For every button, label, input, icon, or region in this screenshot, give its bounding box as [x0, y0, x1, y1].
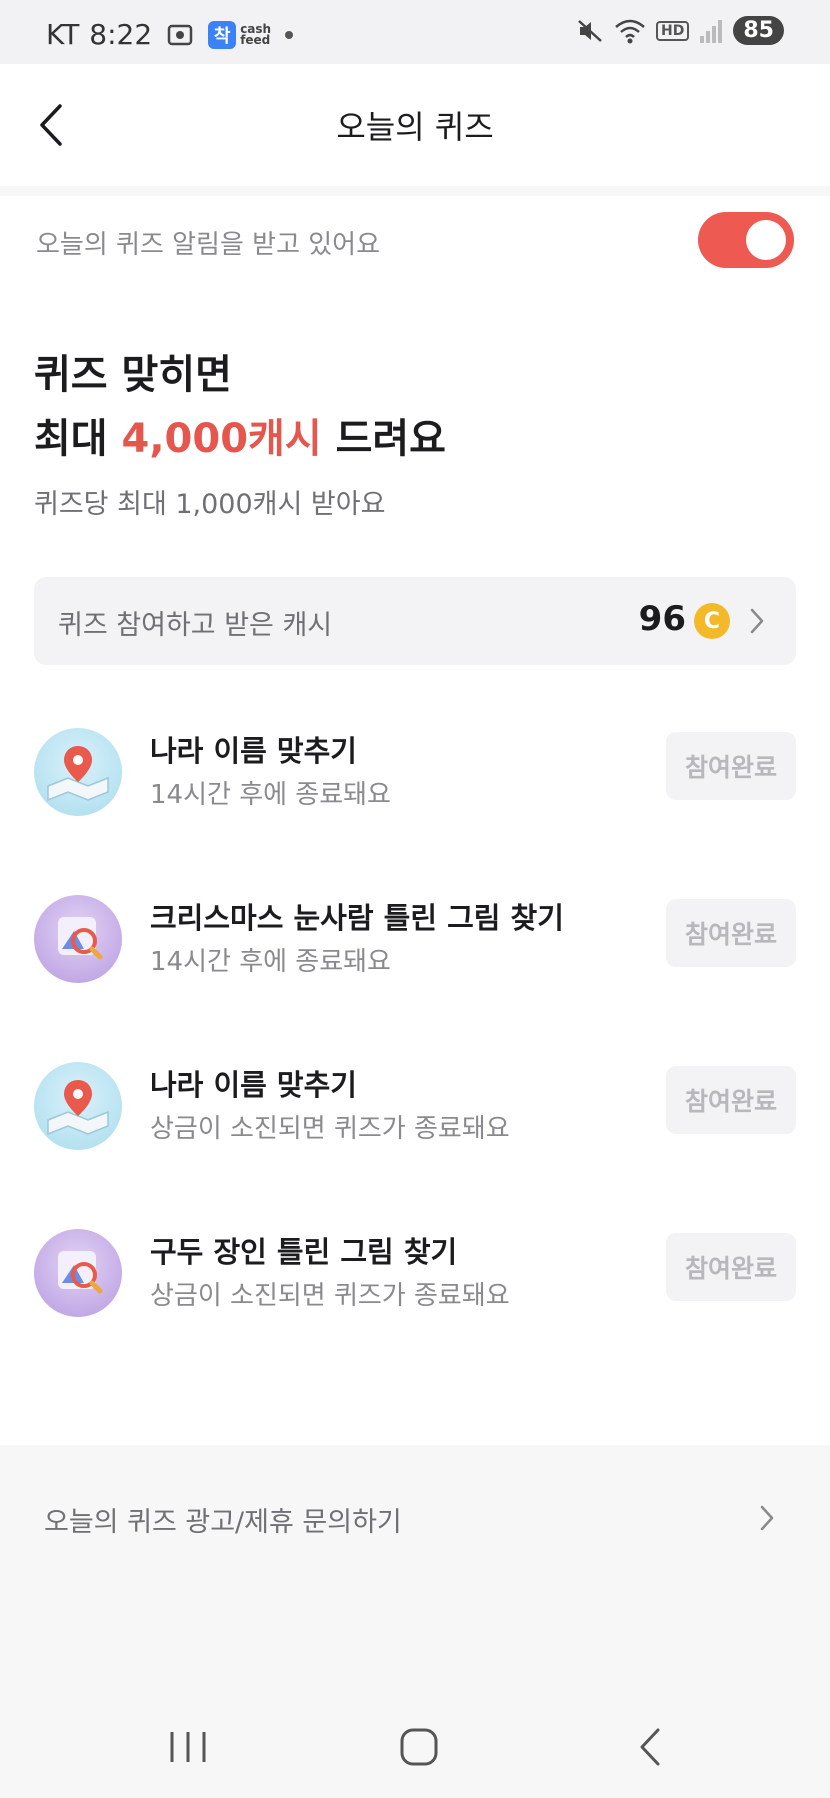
notification-dot-icon: [285, 30, 294, 39]
home-icon: [400, 1728, 438, 1766]
wifi-icon: [614, 17, 646, 45]
hero-title-line1: 퀴즈 맞히면: [34, 352, 232, 398]
hero-subtitle: 퀴즈당 최대 1,000캐시 받아요: [34, 489, 386, 520]
ad-partnership-inquiry-label: 오늘의 퀴즈 광고/제휴 문의하기: [44, 1507, 402, 1538]
quiz-title: 나라 이름 맞추기: [150, 1068, 357, 1102]
quiz-deadline: 상금이 소진되면 퀴즈가 종료돼요: [150, 1114, 510, 1144]
toggle-knob: [746, 220, 786, 260]
chevron-right-icon: [760, 1505, 774, 1531]
earned-cash-summary[interactable]: 퀴즈 참여하고 받은 캐시 96 C: [34, 577, 796, 665]
map-pin-icon: [34, 1062, 122, 1150]
app-header: 오늘의 퀴즈: [0, 64, 830, 186]
participation-complete-button[interactable]: 참여완료: [666, 732, 796, 800]
page-title: 오늘의 퀴즈: [336, 108, 494, 146]
hero-title-line2: 최대 4,000캐시 드려요: [34, 406, 446, 464]
quiz-deadline: 14시간 후에 종료돼요: [150, 780, 391, 810]
quiz-deadline: 상금이 소진되면 퀴즈가 종료돼요: [150, 1281, 510, 1311]
notification-setting-row: 오늘의 퀴즈 알림을 받고 있어요: [0, 196, 830, 290]
clock: 8:22: [89, 18, 153, 51]
recent-apps-button[interactable]: [158, 1726, 218, 1768]
coin-icon: C: [694, 603, 730, 639]
cashfeed-label-line2: feed: [240, 32, 271, 47]
mute-icon: [576, 17, 604, 45]
status-bar-right: HD 85: [576, 16, 784, 45]
quiz-title: 구두 장인 틀린 그림 찾기: [150, 1235, 458, 1269]
hero-prefix: 최대: [34, 416, 122, 462]
participation-complete-button[interactable]: 참여완료: [666, 1066, 796, 1134]
status-bar-left: KT 8:22 착 cash feed: [46, 18, 294, 51]
earned-cash-value: 96: [638, 599, 686, 639]
battery-indicator: 85: [733, 16, 784, 45]
quiz-title: 나라 이름 맞추기: [150, 734, 357, 768]
main-content: 퀴즈 맞히면 최대 4,000캐시 드려요 퀴즈당 최대 1,000캐시 받아요…: [0, 290, 830, 1445]
chevron-right-icon: [750, 608, 764, 634]
screenshot-icon: [166, 21, 194, 49]
notification-toggle[interactable]: [698, 212, 794, 268]
map-pin-icon: [34, 728, 122, 816]
participation-complete-button[interactable]: 참여완료: [666, 899, 796, 967]
hero-reward-amount: 4,000캐시: [121, 416, 322, 462]
cashfeed-app-label: cash feed: [240, 23, 271, 47]
signal-icon: [699, 18, 723, 44]
home-button[interactable]: [389, 1726, 449, 1768]
quiz-item: 나라 이름 맞추기 상금이 소진되면 퀴즈가 종료돼요 참여완료: [34, 1056, 796, 1156]
carrier-label: KT: [46, 18, 80, 51]
hd-voice-icon: HD: [656, 20, 690, 41]
earned-cash-label: 퀴즈 참여하고 받은 캐시: [58, 610, 333, 641]
hero-suffix: 드려요: [321, 416, 446, 462]
picture-search-icon: [34, 895, 122, 983]
quiz-item: 크리스마스 눈사람 틀린 그림 찾기 14시간 후에 종료돼요 참여완료: [34, 889, 796, 989]
ad-partnership-inquiry-link[interactable]: 오늘의 퀴즈 광고/제휴 문의하기: [0, 1470, 830, 1566]
status-bar: KT 8:22 착 cash feed HD 85: [0, 0, 830, 64]
system-navigation-bar: [0, 1690, 830, 1798]
quiz-item: 나라 이름 맞추기 14시간 후에 종료돼요 참여완료: [34, 722, 796, 822]
back-icon: [640, 1728, 660, 1766]
system-back-button[interactable]: [622, 1726, 682, 1768]
recent-apps-icon: [170, 1732, 206, 1762]
quiz-title: 크리스마스 눈사람 틀린 그림 찾기: [150, 901, 564, 935]
cashfeed-app-icon: 착: [208, 20, 237, 49]
participation-complete-button[interactable]: 참여완료: [666, 1233, 796, 1301]
quiz-deadline: 14시간 후에 종료돼요: [150, 947, 391, 977]
picture-search-icon: [34, 1229, 122, 1317]
notification-label: 오늘의 퀴즈 알림을 받고 있어요: [36, 230, 381, 260]
quiz-item: 구두 장인 틀린 그림 찾기 상금이 소진되면 퀴즈가 종료돼요 참여완료: [34, 1223, 796, 1323]
